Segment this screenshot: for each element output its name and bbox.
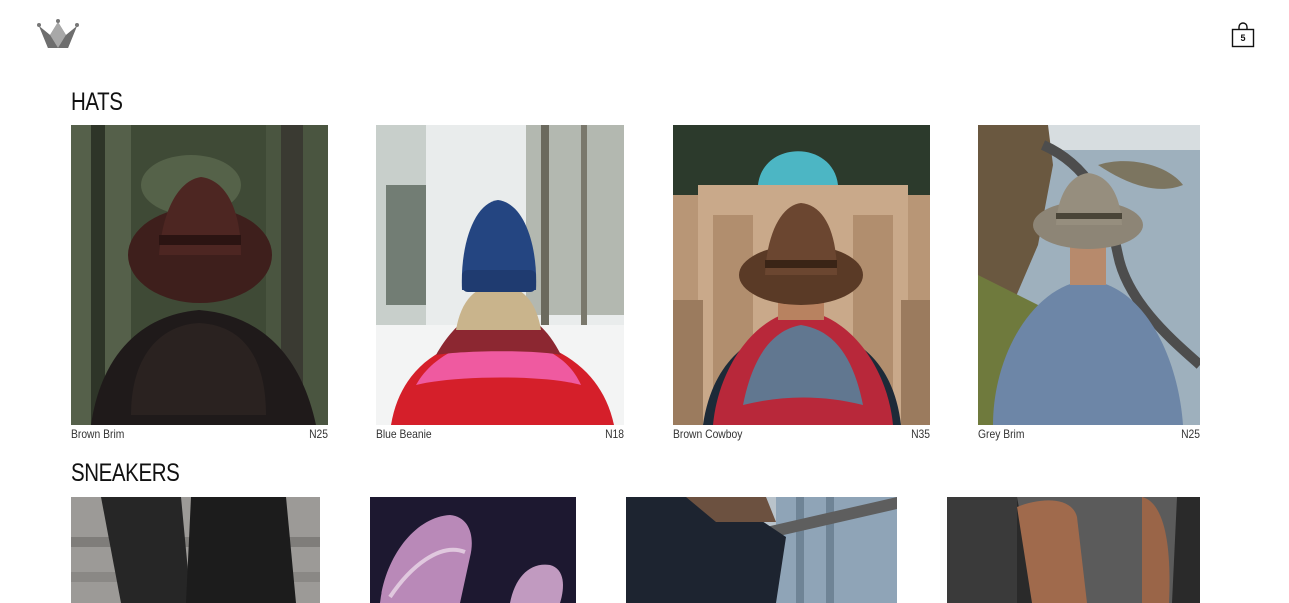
product-card-brown-cowboy[interactable]: Brown Cowboy N35: [673, 125, 930, 445]
product-card-sneaker-2[interactable]: [370, 497, 576, 603]
product-card-sneaker-4[interactable]: [947, 497, 1200, 603]
product-caption: Brown Brim N25: [71, 427, 328, 441]
section-title-sneakers[interactable]: SNEAKERS: [71, 459, 180, 488]
product-caption: Grey Brim N25: [978, 427, 1200, 441]
product-image: [71, 125, 328, 425]
product-card-sneaker-3[interactable]: [626, 497, 897, 603]
crown-logo-icon[interactable]: [36, 18, 80, 52]
product-card-grey-brim[interactable]: Grey Brim N25: [978, 125, 1200, 445]
product-name: Brown Brim: [71, 427, 125, 441]
product-price: N35: [911, 427, 930, 441]
product-image: [673, 125, 930, 425]
product-card-blue-beanie[interactable]: Blue Beanie N18: [376, 125, 624, 445]
product-card-sneaker-1[interactable]: [71, 497, 320, 603]
cart-item-count: 5: [1240, 33, 1246, 43]
product-image: [376, 125, 624, 425]
product-image: [978, 125, 1200, 425]
product-caption: Brown Cowboy N35: [673, 427, 930, 441]
product-name: Grey Brim: [978, 427, 1025, 441]
product-image: [370, 497, 576, 603]
shopping-bag-icon[interactable]: 5: [1231, 22, 1255, 48]
product-image: [947, 497, 1200, 603]
product-caption: Blue Beanie N18: [376, 427, 624, 441]
product-price: N25: [1181, 427, 1200, 441]
product-card-brown-brim[interactable]: Brown Brim N25: [71, 125, 328, 445]
product-image: [626, 497, 897, 603]
product-name: Brown Cowboy: [673, 427, 743, 441]
product-price: N18: [605, 427, 624, 441]
product-name: Blue Beanie: [376, 427, 432, 441]
product-image: [71, 497, 320, 603]
shop-page: 5 HATS Brown Brim N25 Blue Beanie N18 Br…: [0, 0, 1289, 603]
product-price: N25: [309, 427, 328, 441]
section-title-hats[interactable]: HATS: [71, 88, 123, 117]
